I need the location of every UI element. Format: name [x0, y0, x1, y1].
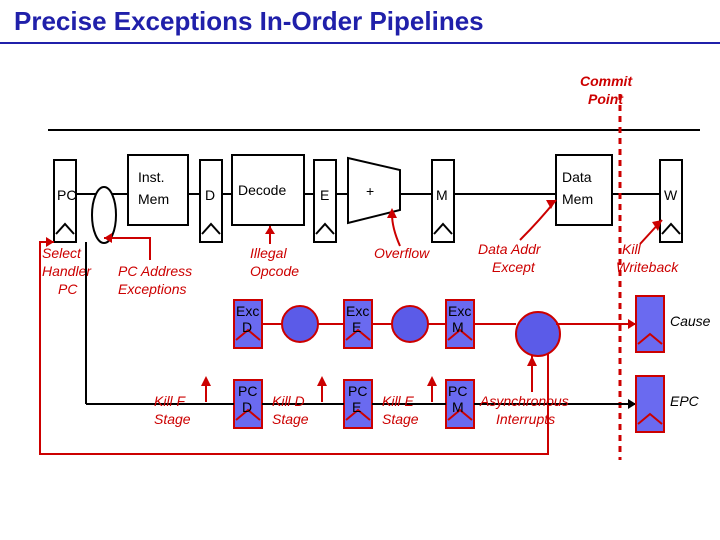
kd-l2: Stage — [272, 411, 309, 427]
excD-l2: D — [242, 319, 252, 335]
pcE-l2: E — [352, 399, 361, 415]
decode-label: Decode — [238, 182, 286, 198]
commit-l2: Point — [588, 91, 624, 107]
sel-l3: PC — [58, 281, 78, 297]
overflow: Overflow — [374, 245, 430, 261]
ai-l1: Asynchronous — [479, 393, 569, 409]
ke-l2: Stage — [382, 411, 419, 427]
ill-l2: Opcode — [250, 263, 299, 279]
inst-mem-l1: Inst. — [138, 169, 164, 185]
stage-e-label: E — [320, 187, 329, 203]
excE-l2: E — [352, 319, 361, 335]
stage-m-label: M — [436, 187, 448, 203]
pcM-l2: M — [452, 399, 464, 415]
kw-l1: Kill — [622, 241, 642, 257]
excD-l1: Exc — [236, 303, 259, 319]
cause-label: Cause — [670, 313, 711, 329]
pcD-l1: PC — [238, 383, 257, 399]
stage-w-label: W — [664, 187, 678, 203]
pca-l2: Exceptions — [118, 281, 186, 297]
excM-l1: Exc — [448, 303, 471, 319]
data-mem-l2: Mem — [562, 191, 593, 207]
pcE-l1: PC — [348, 383, 367, 399]
inst-mem-l2: Mem — [138, 191, 169, 207]
stage-pc-label: PC — [57, 187, 76, 203]
dae-l2: Except — [492, 259, 536, 275]
data-mem-l1: Data — [562, 169, 592, 185]
kf-l2: Stage — [154, 411, 191, 427]
ke-l1: Kill E — [382, 393, 415, 409]
alu-plus: + — [366, 183, 374, 199]
stage-d-label: D — [205, 187, 215, 203]
kf-l1: Kill F — [154, 393, 187, 409]
pcM-l1: PC — [448, 383, 467, 399]
ai-l2: Interrupts — [496, 411, 555, 427]
pipeline-diagram: PC Inst. Mem D Decode E + M Data Mem Com… — [0, 0, 720, 540]
sel-l1: Select — [42, 245, 82, 261]
excM-l2: M — [452, 319, 464, 335]
ill-l1: Illegal — [250, 245, 287, 261]
commit-l1: Commit — [580, 73, 633, 89]
kd-l1: Kill D — [272, 393, 305, 409]
excE-l1: Exc — [346, 303, 369, 319]
epc-label: EPC — [670, 393, 700, 409]
pcD-l2: D — [242, 399, 252, 415]
pca-l1: PC Address — [118, 263, 192, 279]
kw-l2: Writeback — [616, 259, 679, 275]
dae-l1: Data Addr — [478, 241, 542, 257]
sel-l2: Handler — [42, 263, 92, 279]
